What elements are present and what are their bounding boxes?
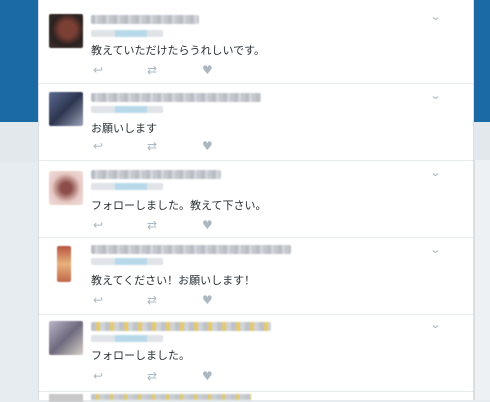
user-name-redacted bbox=[91, 170, 221, 179]
retweet-icon[interactable]: ⇄ bbox=[147, 140, 157, 152]
avatar[interactable] bbox=[57, 246, 71, 282]
retweet-icon[interactable]: ⇄ bbox=[147, 64, 157, 76]
chevron-down-icon[interactable]: ⌄ bbox=[430, 166, 442, 179]
like-icon[interactable]: ♥ bbox=[202, 370, 213, 382]
reply-icon[interactable]: ↩ bbox=[93, 64, 103, 76]
reply-icon[interactable]: ↩ bbox=[93, 140, 103, 152]
retweet-icon[interactable]: ⇄ bbox=[147, 219, 157, 231]
tweet-item[interactable]: フォローしました。 ⌄ ↩ ⇄ ♥ bbox=[39, 315, 473, 392]
right-column-edge bbox=[474, 160, 490, 400]
user-handle-redacted bbox=[91, 335, 163, 342]
tweet-text: 教えてください！お願いします！ bbox=[91, 274, 256, 287]
avatar[interactable] bbox=[49, 171, 83, 205]
chevron-down-icon[interactable]: ⌄ bbox=[430, 318, 442, 331]
tweet-item[interactable]: お願いします ⌄ ↩ ⇄ ♥ bbox=[39, 84, 473, 161]
chevron-down-icon[interactable]: ⌄ bbox=[430, 89, 442, 102]
retweet-icon[interactable]: ⇄ bbox=[147, 370, 157, 382]
user-handle-redacted bbox=[91, 258, 163, 265]
tweet-text: 教えていただけたらうれしいです。 bbox=[91, 44, 266, 57]
user-name-redacted bbox=[91, 93, 261, 102]
tweet-item[interactable]: 教えてください！お願いします！ ⌄ ↩ ⇄ ♥ bbox=[39, 238, 473, 315]
avatar[interactable] bbox=[49, 394, 83, 402]
user-name-redacted bbox=[91, 322, 271, 331]
tweet-item-partial[interactable] bbox=[39, 392, 473, 402]
user-name-redacted bbox=[91, 15, 199, 24]
avatar[interactable] bbox=[49, 92, 83, 126]
user-handle-redacted bbox=[91, 183, 163, 190]
like-icon[interactable]: ♥ bbox=[202, 294, 213, 306]
user-handle-redacted bbox=[91, 30, 163, 37]
like-icon[interactable]: ♥ bbox=[202, 64, 213, 76]
reply-icon[interactable]: ↩ bbox=[93, 219, 103, 231]
like-icon[interactable]: ♥ bbox=[202, 219, 213, 231]
tweet-text: フォローしました。 bbox=[91, 349, 190, 362]
tweet-item[interactable]: 教えていただけたらうれしいです。 ⌄ ↩ ⇄ ♥ bbox=[39, 0, 473, 84]
tweet-text: フォローしました。教えて下さい。 bbox=[91, 199, 267, 212]
retweet-icon[interactable]: ⇄ bbox=[147, 294, 157, 306]
chevron-down-icon[interactable]: ⌄ bbox=[430, 10, 442, 23]
reply-icon[interactable]: ↩ bbox=[93, 370, 103, 382]
reply-icon[interactable]: ↩ bbox=[93, 294, 103, 306]
chevron-down-icon[interactable]: ⌄ bbox=[430, 243, 442, 256]
user-name-redacted bbox=[91, 245, 291, 254]
tweet-item[interactable]: フォローしました。教えて下さい。 ⌄ ↩ ⇄ ♥ bbox=[39, 161, 473, 238]
user-handle-redacted bbox=[91, 106, 163, 113]
avatar[interactable] bbox=[49, 14, 83, 48]
avatar[interactable] bbox=[49, 321, 83, 355]
user-name-redacted bbox=[91, 394, 251, 400]
tweet-replies-panel: 教えていただけたらうれしいです。 ⌄ ↩ ⇄ ♥ お願いします ⌄ ↩ ⇄ ♥ … bbox=[38, 0, 474, 402]
like-icon[interactable]: ♥ bbox=[202, 140, 213, 152]
tweet-text: お願いします bbox=[91, 122, 157, 135]
